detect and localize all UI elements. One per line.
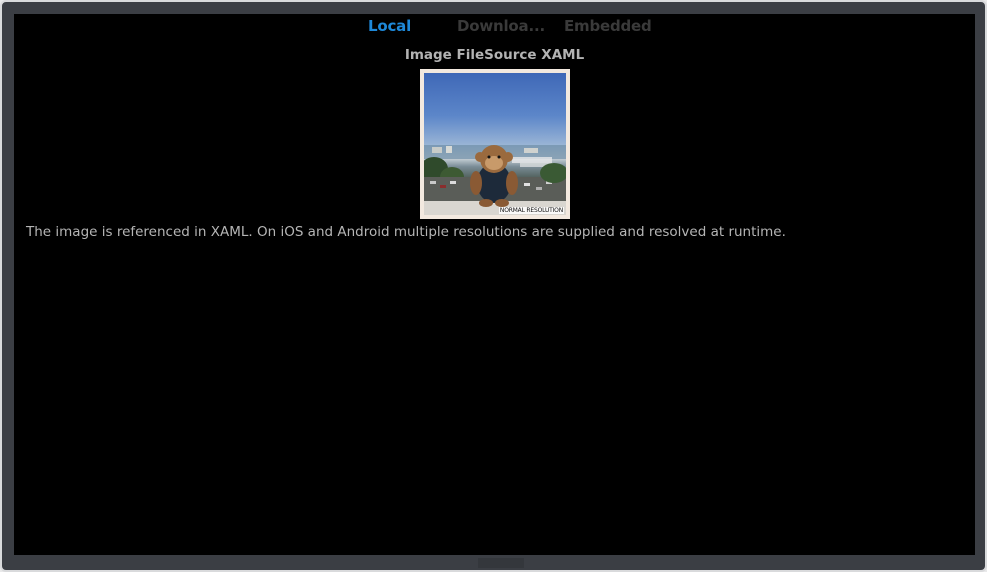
tab-local[interactable]: Local (368, 17, 411, 35)
description-text: The image is referenced in XAML. On iOS … (26, 224, 786, 240)
app-screen: Local Downloa... Embedded Image FileSour… (14, 14, 975, 555)
image-frame: NORMAL RESOLUTION (420, 69, 570, 219)
home-button[interactable] (478, 558, 524, 568)
tab-bar: Local Downloa... Embedded (14, 14, 975, 40)
device-frame: Local Downloa... Embedded Image FileSour… (0, 0, 987, 572)
image-caption: NORMAL RESOLUTION (498, 207, 564, 214)
tab-embedded[interactable]: Embedded (564, 17, 652, 35)
monkey-photo: NORMAL RESOLUTION (424, 73, 566, 215)
monkey-photo-illustration (424, 145, 566, 215)
tab-download[interactable]: Downloa... (457, 17, 545, 35)
page-title: Image FileSource XAML (404, 47, 585, 63)
